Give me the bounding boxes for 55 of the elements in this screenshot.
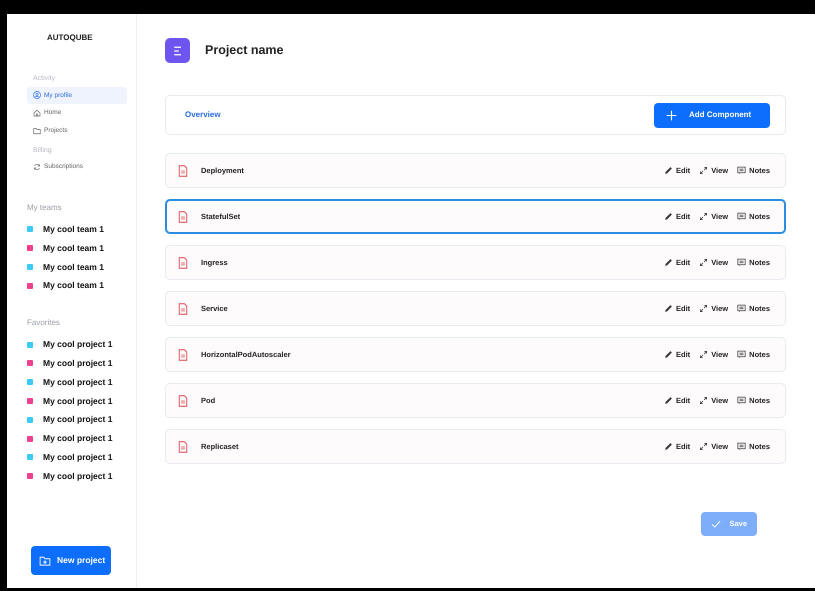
notes-icon <box>737 212 746 221</box>
document-icon <box>177 302 189 314</box>
group-heading: My teams <box>27 202 63 214</box>
new-project-button[interactable]: New project <box>31 546 111 575</box>
group-heading: Favorites <box>27 317 61 330</box>
expand-icon <box>699 350 708 359</box>
expand-icon <box>699 212 708 221</box>
document-icon <box>177 394 189 406</box>
pencil-icon <box>664 396 674 405</box>
notes-icon <box>737 258 746 267</box>
plus-icon <box>666 110 677 120</box>
check-icon <box>711 519 722 529</box>
notes-icon <box>737 396 746 405</box>
project-title: Project name <box>205 42 284 60</box>
sidebar-item[interactable]: My cool team 1 <box>27 238 127 258</box>
expand-icon <box>699 304 708 313</box>
add-component-button[interactable]: Add Component <box>654 102 770 128</box>
expand-icon <box>699 442 708 451</box>
document-icon <box>177 256 189 268</box>
pencil-icon <box>664 442 674 451</box>
folder-icon <box>33 126 41 135</box>
pencil-icon <box>664 304 674 313</box>
sidebar-item[interactable]: My cool team 1 <box>27 276 127 296</box>
notes-icon <box>737 304 746 313</box>
sidebar-item[interactable]: My cool project 1 <box>27 466 127 486</box>
document-icon <box>177 164 189 176</box>
sidebar-item[interactable]: My cool team 1 <box>27 258 127 276</box>
document-icon <box>177 348 189 360</box>
sidebar-item[interactable]: My cool project 1 <box>27 429 127 448</box>
pencil-icon <box>664 166 674 175</box>
notes-icon <box>737 350 746 359</box>
sidebar-item[interactable]: My cool project 1 <box>27 372 127 392</box>
pencil-icon <box>664 258 674 267</box>
user-icon <box>33 91 41 100</box>
logo-text: AUTOQUBE <box>47 32 94 44</box>
sidebar-item[interactable]: My cool team 1 <box>27 220 127 239</box>
sidebar-item[interactable]: My cool project 1 <box>27 392 127 410</box>
sidebar-item[interactable]: My cool project 1 <box>27 335 127 354</box>
pencil-icon <box>664 212 674 221</box>
sidebar-item[interactable]: My cool project 1 <box>27 448 127 467</box>
overview-tab[interactable]: Overview <box>185 109 221 121</box>
expand-icon <box>699 258 708 267</box>
document-icon <box>177 210 189 222</box>
sidebar-item[interactable]: My cool project 1 <box>27 354 127 373</box>
home-icon <box>33 109 41 118</box>
document-icon <box>177 440 189 452</box>
sync-icon <box>33 163 41 172</box>
sidebar-item[interactable]: My cool project 1 <box>27 410 127 430</box>
notes-icon <box>737 442 746 451</box>
notes-icon <box>737 166 746 175</box>
folder-plus-icon <box>39 554 51 567</box>
pencil-icon <box>664 350 674 359</box>
expand-icon <box>699 396 708 405</box>
project-icon <box>165 38 190 63</box>
expand-icon <box>699 166 708 175</box>
